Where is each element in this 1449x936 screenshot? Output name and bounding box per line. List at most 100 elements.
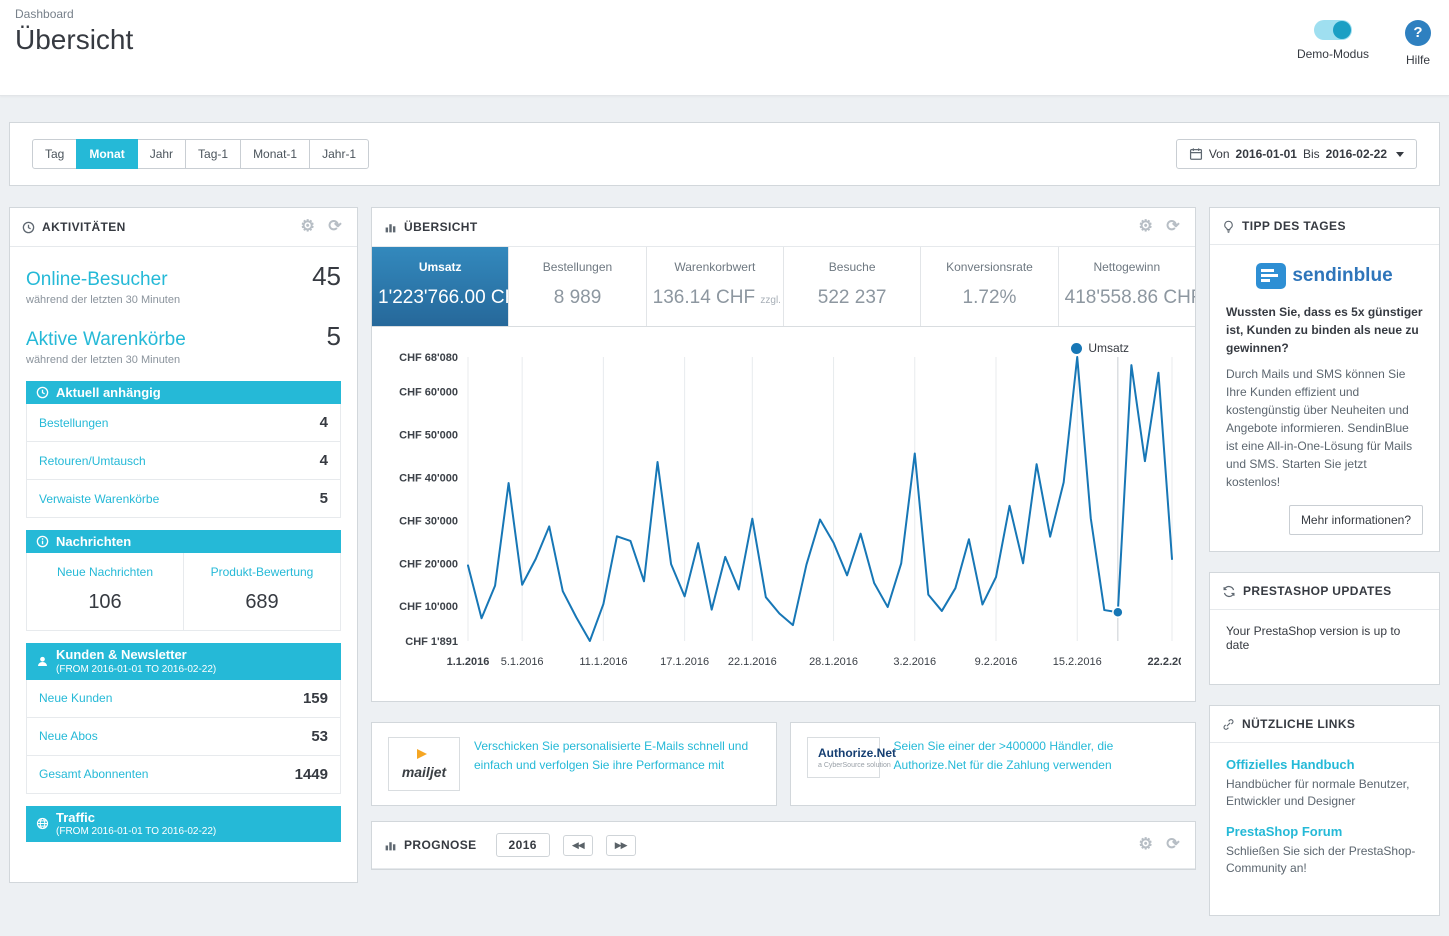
link-handbuch[interactable]: Offizielles Handbuch (1226, 757, 1423, 772)
forecast-next-button[interactable]: ▶▶ (605, 834, 636, 856)
svg-text:1.1.2016: 1.1.2016 (447, 656, 490, 668)
link-item-forum: PrestaShop Forum Schließen Sie sich der … (1226, 824, 1423, 878)
legend-label: Umsatz (1088, 341, 1129, 355)
cell-label: Produkt-Bewertung (210, 565, 314, 579)
updates-panel: PRESTASHOP UPDATES Your PrestaShop versi… (1209, 572, 1440, 685)
customers-section-header: Kunden & Newsletter (FROM 2016-01-01 TO … (26, 643, 341, 680)
active-carts-label: Aktive Warenkörbe (26, 329, 186, 350)
messages-cells: Neue Nachrichten 106 Produkt-Bewertung 6… (26, 553, 341, 631)
legend-dot-icon (1071, 342, 1083, 354)
help-icon[interactable]: ? (1405, 20, 1431, 46)
active-carts-kpi[interactable]: Aktive Warenkörbe 5 (26, 321, 341, 352)
filter-monat-button[interactable]: Monat (76, 139, 138, 169)
svg-text:5.1.2016: 5.1.2016 (501, 656, 544, 668)
filter-monat-1-button[interactable]: Monat-1 (240, 139, 311, 169)
toggle-knob (1332, 21, 1351, 39)
metric-value: 418'558.86 CHF (1064, 287, 1195, 308)
refresh-icon[interactable]: ⟳ (1163, 219, 1183, 235)
chart-legend: Umsatz (1071, 341, 1129, 355)
filter-tag-1-button[interactable]: Tag-1 (185, 139, 242, 169)
svg-text:9.2.2016: 9.2.2016 (975, 656, 1018, 668)
online-visitors-kpi[interactable]: Online-Besucher 45 (26, 261, 341, 292)
updates-status-text: Your PrestaShop version is up to date (1226, 624, 1401, 652)
gear-icon[interactable]: ⚙ (297, 219, 318, 235)
bar-chart-icon (385, 223, 396, 232)
metric-label: Bestellungen (542, 260, 613, 274)
svg-text:CHF 10'000: CHF 10'000 (399, 601, 458, 613)
filter-jahr-button[interactable]: Jahr (136, 139, 187, 169)
useful-links-panel: NÜTZLICHE LINKS Offizielles Handbuch Han… (1209, 705, 1440, 916)
messages-section-header: Nachrichten (26, 530, 341, 553)
bar-chart-icon (385, 841, 396, 850)
link-handbuch-desc: Handbücher für normale Benutzer, Entwick… (1226, 777, 1410, 809)
breadcrumb[interactable]: Dashboard (15, 7, 1449, 21)
lightbulb-icon (1224, 220, 1233, 233)
page-title: Übersicht (15, 24, 134, 55)
metric-label: Warenkorbwert (674, 260, 756, 274)
svg-text:28.1.2016: 28.1.2016 (809, 656, 858, 668)
metric-tab-umsatz[interactable]: Umsatz 1'223'766.00 CHF (372, 247, 510, 326)
date-range-picker[interactable]: Von 2016-01-01 Bis 2016-02-22 (1175, 139, 1417, 169)
gear-icon[interactable]: ⚙ (1135, 837, 1156, 853)
metric-tab-bestellungen[interactable]: Bestellungen 8 989 (509, 247, 647, 326)
customers-row-new-customers[interactable]: Neue Kunden 159 (26, 679, 341, 718)
metric-suffix: zzgl. M (760, 295, 783, 306)
activities-title: AKTIVITÄTEN (42, 220, 126, 234)
online-visitors-sub: während der letzten 30 Minuten (26, 294, 181, 306)
product-reviews-cell[interactable]: Produkt-Bewertung 689 (183, 553, 340, 630)
authorize-ad-text: Seien Sie einer der >400000 Händler, die… (893, 739, 1114, 772)
filter-jahr-1-button[interactable]: Jahr-1 (309, 139, 370, 169)
updates-title: PRESTASHOP UPDATES (1243, 584, 1392, 598)
svg-text:22.2.2016: 22.2.2016 (1148, 656, 1181, 668)
sendinblue-wordmark: sendinblue (1292, 265, 1393, 286)
top-bar: Dashboard Übersicht Demo-Modus ? Hilfe (0, 0, 1449, 96)
metric-tab-nettogewinn[interactable]: Nettogewinn 418'558.86 CHF (1059, 247, 1195, 326)
cell-value: 689 (245, 591, 279, 613)
metric-value: 1.72% (962, 287, 1017, 308)
authorize-ad[interactable]: Authorize.Net a CyberSource solution Sei… (790, 722, 1196, 806)
forecast-prev-button[interactable]: ◀◀ (562, 834, 593, 856)
row-label: Gesamt Abonnenten (39, 767, 149, 782)
link-forum[interactable]: PrestaShop Forum (1226, 824, 1423, 839)
mailjet-logo: mailjet (388, 737, 460, 791)
svg-text:11.1.2016: 11.1.2016 (579, 656, 627, 668)
customers-title: Kunden & Newsletter (56, 647, 187, 662)
tip-more-info-button[interactable]: Mehr informationen? (1288, 505, 1423, 535)
svg-text:CHF 30'000: CHF 30'000 (399, 515, 458, 527)
traffic-section-header: Traffic (FROM 2016-01-01 TO 2016-02-22) (26, 805, 341, 843)
row-label: Verwaiste Warenkörbe (39, 491, 160, 506)
revenue-chart: Umsatz CHF 1'891 CHF 10'000 CHF 20'000 CHF … (372, 327, 1195, 701)
metric-label: Konversionsrate (946, 260, 1033, 274)
gear-icon[interactable]: ⚙ (1135, 219, 1156, 235)
tip-heading: Wussten Sie, dass es 5x günstiger ist, K… (1226, 305, 1423, 355)
pending-section-header: Aktuell anhängig (26, 381, 341, 404)
activities-panel: AKTIVITÄTEN ⚙ ⟳ Online-Besucher 45 währe… (9, 207, 358, 884)
pending-row-returns[interactable]: Retouren/Umtausch 4 (26, 442, 341, 480)
pending-row-abandoned-carts[interactable]: Verwaiste Warenkörbe 5 (26, 480, 341, 518)
svg-text:CHF 68'080: CHF 68'080 (399, 352, 458, 364)
mailjet-ad[interactable]: mailjet Verschicken Sie personalisierte … (371, 722, 777, 806)
metric-label: Nettogewinn (1093, 260, 1161, 274)
metric-tab-besuche[interactable]: Besuche 522 237 (784, 247, 922, 326)
customers-row-total-subscribers[interactable]: Gesamt Abonnenten 1449 (26, 755, 341, 794)
customers-row-new-subscriptions[interactable]: Neue Abos 53 (26, 717, 341, 756)
active-carts-sub: während der letzten 30 Minuten (26, 354, 181, 366)
period-button-group: Tag Monat Jahr Tag-1 Monat-1 Jahr-1 (32, 139, 370, 169)
new-messages-cell[interactable]: Neue Nachrichten 106 (27, 553, 183, 630)
row-label: Neue Kunden (39, 691, 113, 706)
refresh-icon[interactable]: ⟳ (325, 219, 345, 235)
pending-row-orders[interactable]: Bestellungen 4 (26, 404, 341, 442)
clock-icon (22, 221, 35, 233)
metric-tab-konversionsrate[interactable]: Konversionsrate 1.72% (921, 247, 1059, 326)
overview-chart-svg[interactable]: CHF 1'891 CHF 10'000 CHF 20'000 CHF 30'000 C… (386, 341, 1181, 693)
refresh-icon[interactable]: ⟳ (1163, 837, 1183, 853)
active-carts-value: 5 (326, 321, 341, 351)
filter-tag-button[interactable]: Tag (32, 139, 78, 169)
demo-mode-toggle[interactable] (1313, 20, 1352, 40)
sendinblue-logo: sendinblue (1226, 263, 1423, 289)
metric-tab-warenkorbwert[interactable]: Warenkorbwert 136.14 CHF zzgl. M (647, 247, 784, 326)
date-von-label: Von (1208, 147, 1230, 161)
sendinblue-mark-icon (1256, 263, 1287, 289)
tip-of-the-day-panel: TIPP DES TAGES sendinblue Wussten Sie, d… (1209, 207, 1440, 552)
svg-text:CHF 50'000: CHF 50'000 (399, 430, 458, 442)
